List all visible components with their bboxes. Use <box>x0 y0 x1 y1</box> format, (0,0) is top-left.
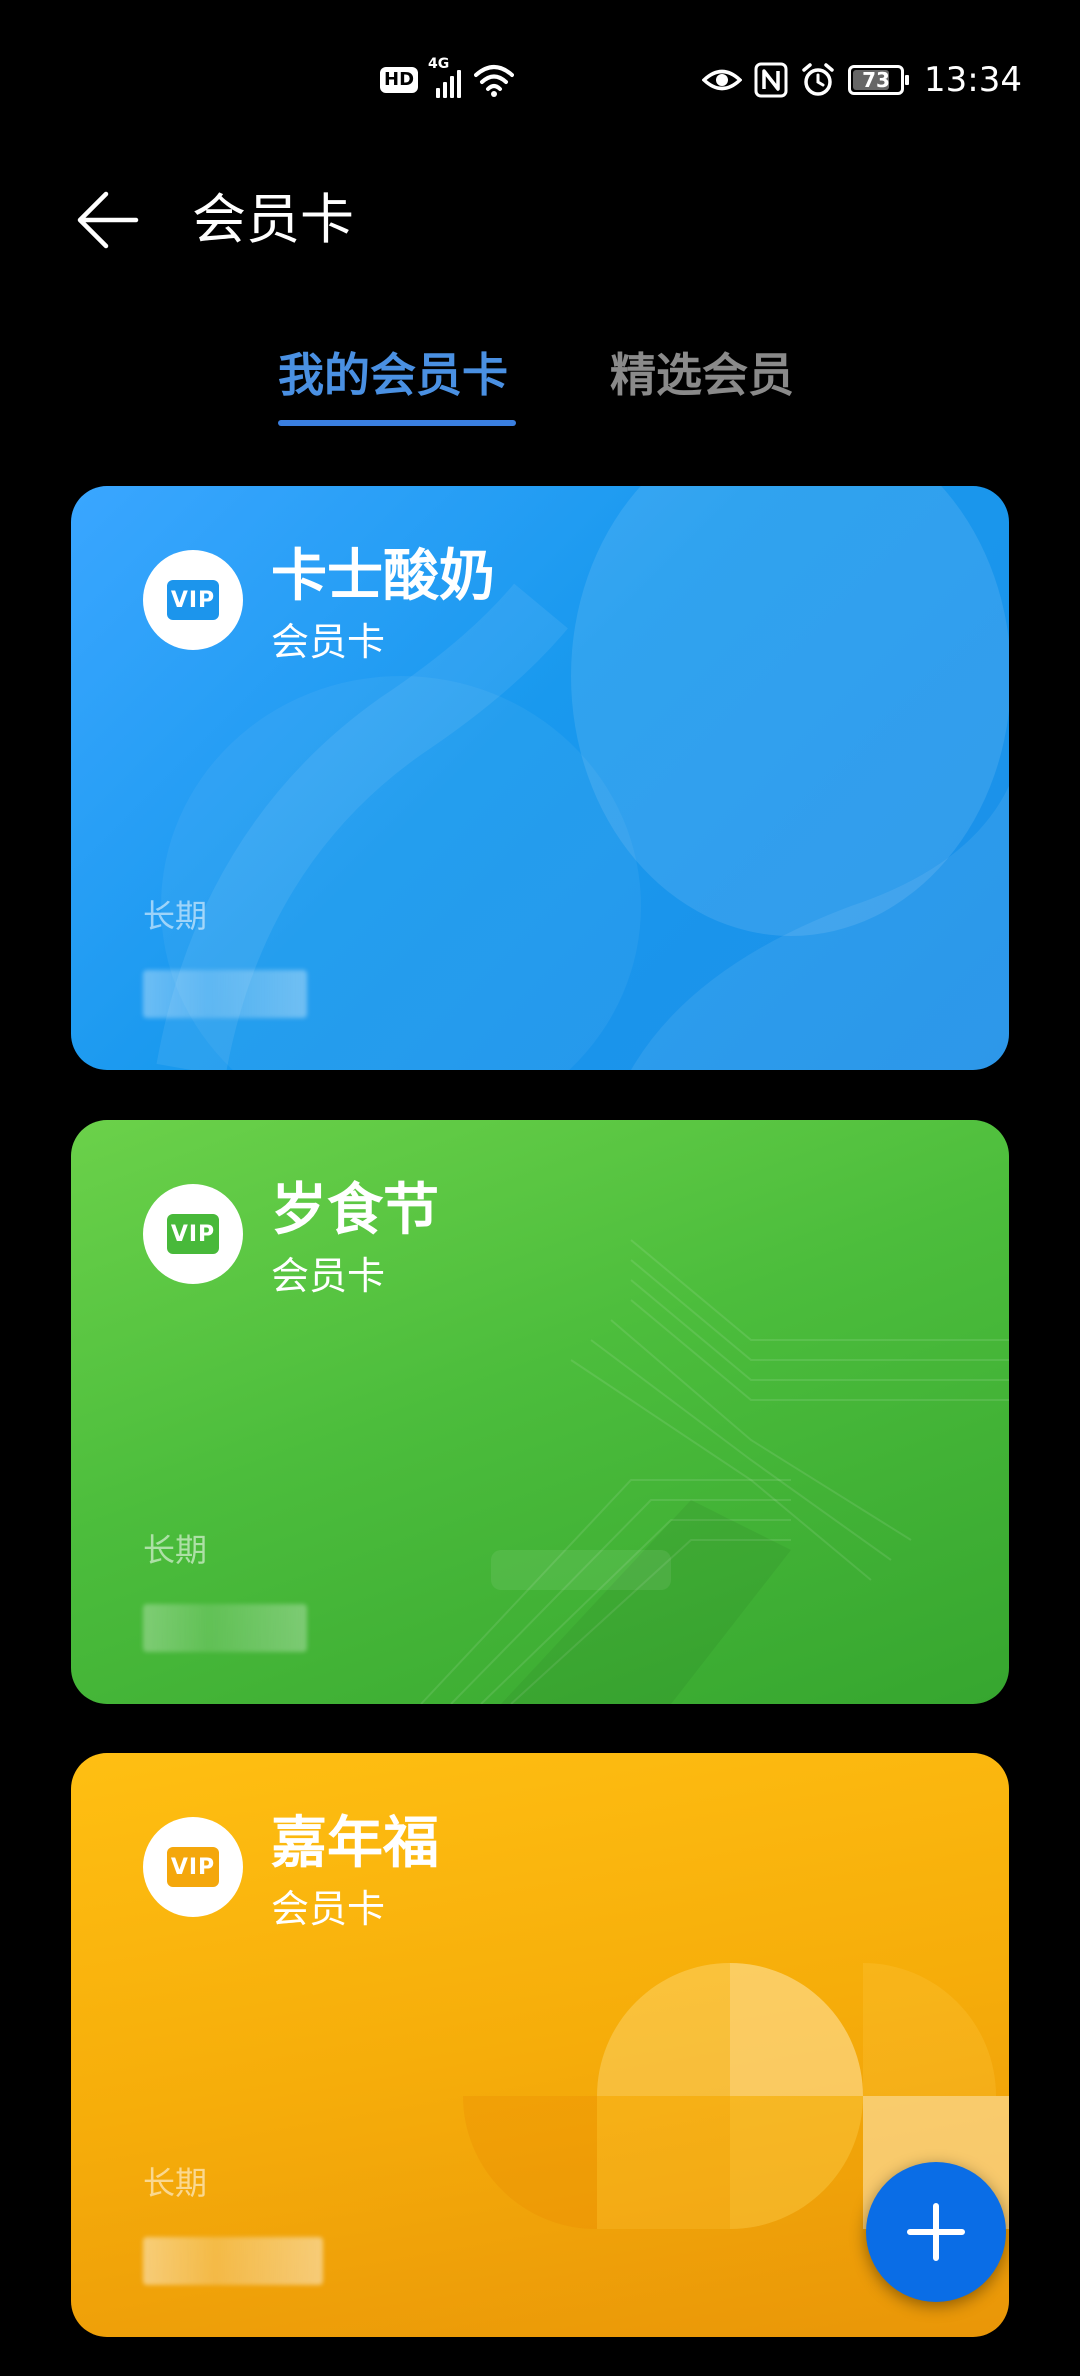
vip-logo-icon: VIP <box>143 1817 243 1917</box>
card-number-masked <box>143 970 307 1018</box>
vip-label: VIP <box>167 1847 219 1887</box>
card-merchant-name: 岁食节 <box>271 1178 439 1243</box>
active-tab-indicator <box>278 420 516 426</box>
app-header: 会员卡 <box>0 170 1080 270</box>
card-number-masked <box>143 1604 307 1652</box>
card-validity: 长期 <box>143 897 208 935</box>
eye-icon <box>702 69 743 91</box>
wifi-icon <box>474 65 515 97</box>
vip-logo-icon: VIP <box>143 1184 243 1284</box>
vip-label: VIP <box>167 1214 219 1254</box>
add-card-button[interactable] <box>866 2162 1006 2302</box>
page-title: 会员卡 <box>192 188 354 251</box>
status-left-icons: HD 4G <box>380 56 515 102</box>
signal-icon: 4G <box>428 56 464 98</box>
alarm-icon <box>802 63 834 96</box>
status-bar: HD 4G 73 13:34 <box>0 0 1080 160</box>
card-validity: 长期 <box>143 2164 208 2202</box>
plus-icon <box>907 2203 965 2261</box>
tab-bar: 我的会员卡 精选会员 <box>0 340 1080 440</box>
card-merchant-name: 卡士酸奶 <box>271 544 495 609</box>
status-right-icons: 73 13:34 <box>702 52 1022 108</box>
vip-logo-icon: VIP <box>143 550 243 650</box>
card-type-label: 会员卡 <box>271 1254 386 1298</box>
arrow-left-icon <box>77 191 139 249</box>
card-validity: 长期 <box>143 1531 208 1569</box>
card-number-masked <box>143 2237 323 2285</box>
card-type-label: 会员卡 <box>271 620 386 664</box>
card-merchant-name: 嘉年福 <box>271 1811 439 1876</box>
membership-card[interactable]: VIP 岁食节 会员卡 长期 <box>71 1120 1009 1704</box>
vip-label: VIP <box>167 580 219 620</box>
battery-level: 73 <box>862 68 890 92</box>
clock-time: 13:34 <box>924 60 1022 100</box>
membership-card[interactable]: VIP 卡士酸奶 会员卡 长期 <box>71 486 1009 1070</box>
back-button[interactable] <box>74 180 142 260</box>
battery-icon: 73 <box>848 65 910 95</box>
hd-icon: HD <box>380 67 419 93</box>
tab-my-cards[interactable]: 我的会员卡 <box>278 340 508 410</box>
tab-featured[interactable]: 精选会员 <box>610 340 794 410</box>
nfc-icon <box>754 62 788 98</box>
card-type-label: 会员卡 <box>271 1887 386 1931</box>
